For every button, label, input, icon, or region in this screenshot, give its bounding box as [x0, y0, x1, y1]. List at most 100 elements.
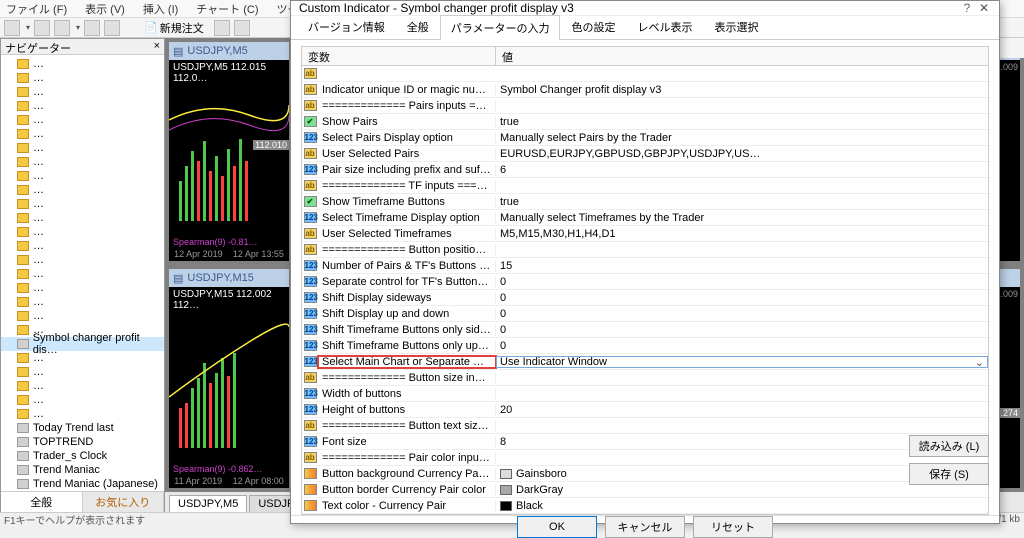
tree-item[interactable]: Trend Maniac (Japanese) — [1, 477, 164, 491]
property-value[interactable]: 20 — [496, 404, 988, 416]
tab-parameters[interactable]: パラメーターの入力 — [440, 15, 561, 40]
tree-item[interactable]: … — [1, 225, 164, 239]
property-value[interactable]: 0 — [496, 276, 988, 288]
save-button[interactable]: 保存 (S) — [909, 463, 989, 485]
tree-item[interactable]: … — [1, 267, 164, 281]
tree-item[interactable]: … — [1, 113, 164, 127]
property-row[interactable]: ab============= Button position input… — [302, 242, 988, 258]
nav-tab-favorites[interactable]: お気に入り — [83, 492, 165, 512]
ok-button[interactable]: OK — [517, 516, 597, 538]
tree-item[interactable]: … — [1, 197, 164, 211]
chart-usdjpy-m15[interactable]: ▤USDJPY,M15 USDJPY,M15 112.002 112… Spea… — [169, 269, 289, 488]
property-value[interactable]: true — [496, 196, 988, 208]
property-row[interactable]: ab============= Button text size input… — [302, 418, 988, 434]
property-row[interactable]: ab============= TF inputs ========== … — [302, 178, 988, 194]
menu-chart[interactable]: チャート (C) — [192, 1, 262, 17]
tree-item[interactable]: … — [1, 57, 164, 71]
property-value[interactable]: 0 — [496, 340, 988, 352]
tree-item-selected[interactable]: Symbol changer profit dis… — [1, 337, 164, 351]
menu-file[interactable]: ファイル (F) — [2, 1, 71, 17]
tree-item[interactable]: … — [1, 253, 164, 267]
tree-item[interactable]: Trader_s Clock — [1, 449, 164, 463]
tree-item[interactable]: Today Trend last — [1, 421, 164, 435]
tree-item[interactable]: … — [1, 127, 164, 141]
property-row[interactable]: abUser Selected PairsEURUSD,EURJPY,GBPUS… — [302, 146, 988, 162]
tb-icon[interactable] — [4, 20, 20, 36]
new-order-button[interactable]: 📄 新規注文 — [138, 19, 210, 37]
property-value[interactable]: Symbol Changer profit display v3 — [496, 84, 988, 96]
tree-item[interactable]: TOPTREND — [1, 435, 164, 449]
tree-item[interactable]: … — [1, 211, 164, 225]
property-row[interactable]: ✔Show Pairstrue — [302, 114, 988, 130]
property-row[interactable]: ab============= Pairs inputs ========= … — [302, 98, 988, 114]
tab-display[interactable]: 表示選択 — [703, 14, 769, 39]
tab-colors[interactable]: 色の設定 — [560, 14, 626, 39]
load-button[interactable]: 読み込み (L) — [909, 435, 989, 457]
tb-icon[interactable] — [104, 20, 120, 36]
property-row[interactable]: 123Select Pairs Display optionManually s… — [302, 130, 988, 146]
tree-item[interactable]: … — [1, 379, 164, 393]
property-row[interactable]: 123Select Main Chart or Separate WindowU… — [302, 354, 988, 370]
tree-item[interactable]: … — [1, 295, 164, 309]
tb-icon[interactable] — [54, 20, 70, 36]
property-value[interactable]: true — [496, 116, 988, 128]
property-row[interactable]: abIndicator unique ID or magic numberSym… — [302, 82, 988, 98]
tree-item[interactable]: … — [1, 309, 164, 323]
property-row[interactable]: 123Shift Timeframe Buttons only sideways… — [302, 322, 988, 338]
property-value[interactable]: Use Indicator Window⌄Use Chart WindowUse… — [496, 356, 988, 368]
tree-item[interactable]: … — [1, 281, 164, 295]
property-value[interactable]: 0 — [496, 324, 988, 336]
tab-levels[interactable]: レベル表示 — [626, 14, 703, 39]
tab-general[interactable]: 全般 — [396, 14, 440, 39]
tree-item[interactable]: Trend Maniac — [1, 463, 164, 477]
tree-item[interactable]: … — [1, 85, 164, 99]
tree-item[interactable]: … — [1, 71, 164, 85]
property-row[interactable]: 123Height of buttons20 — [302, 402, 988, 418]
tree-item[interactable]: … — [1, 365, 164, 379]
property-row[interactable]: Button border Currency Pair colorDarkGra… — [302, 482, 988, 498]
property-row[interactable]: Button background Currency Pair colorGai… — [302, 466, 988, 482]
property-row[interactable]: 123Width of buttons — [302, 386, 988, 402]
tree-item[interactable]: … — [1, 155, 164, 169]
property-value[interactable]: 0 — [496, 292, 988, 304]
property-value[interactable]: DarkGray — [496, 484, 988, 496]
menu-view[interactable]: 表示 (V) — [81, 1, 129, 17]
tb-icon[interactable] — [234, 20, 250, 36]
chevron-down-icon[interactable]: ⌄ — [975, 356, 984, 368]
tab-version[interactable]: バージョン情報 — [297, 14, 396, 39]
property-value[interactable]: 0 — [496, 308, 988, 320]
property-value[interactable]: Manually select Pairs by the Trader — [496, 132, 988, 144]
help-icon[interactable]: ? — [957, 1, 977, 15]
property-value[interactable]: 6 — [496, 164, 988, 176]
property-value[interactable]: 15 — [496, 260, 988, 272]
property-row[interactable]: 123Shift Display sideways0 — [302, 290, 988, 306]
tb-icon[interactable] — [214, 20, 230, 36]
tree-item[interactable]: … — [1, 169, 164, 183]
property-row[interactable]: 123Shift Display up and down0 — [302, 306, 988, 322]
chart-usdjpy-m5[interactable]: ▤USDJPY,M5 USDJPY,M5 112.015 112.0… 112.… — [169, 42, 289, 261]
property-row[interactable]: Text color - Currency PairBlack — [302, 498, 988, 514]
property-row[interactable]: 123Shift Timeframe Buttons only up and d… — [302, 338, 988, 354]
tree-item[interactable]: … — [1, 141, 164, 155]
property-value[interactable]: EURUSD,EURJPY,GBPUSD,GBPJPY,USDJPY,US… — [496, 148, 988, 160]
property-row[interactable]: ab============= Pair color inputs ==… — [302, 450, 988, 466]
chart-tab[interactable]: USDJPY,M5 — [169, 495, 247, 512]
property-row[interactable]: 123Font size8 — [302, 434, 988, 450]
property-row[interactable]: ab — [302, 66, 988, 82]
property-list[interactable]: ababIndicator unique ID or magic numberS… — [301, 66, 989, 515]
tree-item[interactable]: … — [1, 239, 164, 253]
property-row[interactable]: ab============= Button size inputs ==… — [302, 370, 988, 386]
tree-item[interactable]: … — [1, 393, 164, 407]
property-row[interactable]: ✔Show Timeframe Buttonstrue — [302, 194, 988, 210]
close-icon[interactable]: × — [154, 40, 160, 53]
property-value[interactable]: M5,M15,M30,H1,H4,D1 — [496, 228, 988, 240]
property-value[interactable]: Black — [496, 500, 988, 512]
tree-item[interactable]: … — [1, 183, 164, 197]
tb-icon[interactable] — [84, 20, 100, 36]
property-value[interactable]: Manually select Timeframes by the Trader — [496, 212, 988, 224]
nav-tab-general[interactable]: 全般 — [1, 492, 83, 512]
tree-item[interactable]: … — [1, 407, 164, 421]
property-row[interactable]: 123Number of Pairs & TF's Buttons in a h… — [302, 258, 988, 274]
property-row[interactable]: 123Separate control for TF's Buttons in … — [302, 274, 988, 290]
close-icon[interactable]: ✕ — [977, 1, 991, 15]
